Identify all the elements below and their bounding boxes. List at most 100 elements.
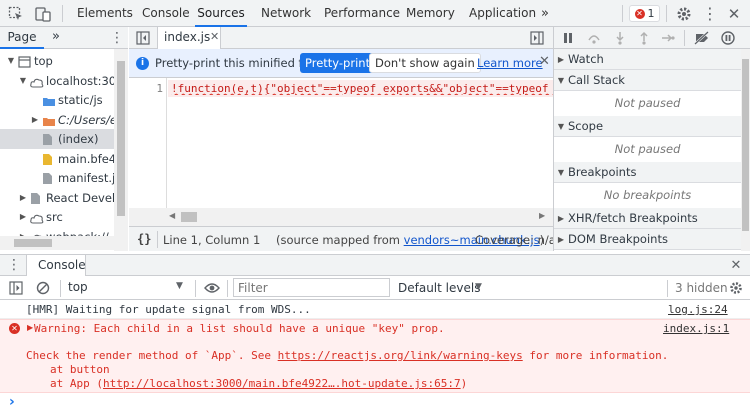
warning-detail: Check the render method of `App`. See ht… — [26, 349, 668, 362]
learn-more-link[interactable]: Learn more — [477, 56, 543, 70]
device-toolbar-icon[interactable] — [33, 4, 53, 24]
editor-tab-label: index.js — [164, 30, 211, 44]
collapsed-triangle-icon[interactable]: ▶ — [18, 207, 28, 227]
show-sidebar-icon[interactable] — [8, 280, 24, 296]
tree-item[interactable]: (index) — [0, 129, 114, 149]
error-source-link[interactable]: index.js:1 — [663, 322, 729, 335]
log-message-text: [HMR] Waiting for update signal from WDS… — [26, 303, 311, 316]
file-gray-icon — [30, 191, 41, 208]
tab-sources[interactable]: Sources — [195, 0, 247, 27]
tab-console[interactable]: Console — [142, 0, 190, 27]
scrollbar-thumb[interactable] — [14, 239, 52, 247]
tree-item[interactable]: ▶ React Develop — [0, 188, 114, 208]
log-source-link[interactable]: log.js:24 — [668, 303, 728, 316]
hidden-count: 3 hidden — [675, 281, 728, 295]
gear-icon[interactable] — [674, 4, 694, 24]
tree-item[interactable]: ▼ localhost:3000 — [0, 71, 114, 91]
pause-on-exceptions-icon[interactable] — [720, 30, 736, 46]
navigator-horizontal-scrollbar[interactable] — [0, 236, 114, 250]
pane-header-dom-breakpoints[interactable]: ▶ DOM Breakpoints — [554, 229, 741, 250]
editor-status-bar: {} Line 1, Column 1 (source mapped from … — [129, 226, 556, 251]
error-counter[interactable]: ✕ 1 — [629, 5, 660, 22]
step-out-icon[interactable] — [636, 30, 652, 46]
expanded-triangle-icon[interactable]: ▼ — [6, 51, 16, 71]
tab-application[interactable]: Application — [469, 0, 536, 27]
chevron-down-icon: ▼ — [475, 282, 482, 292]
file-gray-icon — [42, 171, 53, 188]
warning-keys-link[interactable]: https://reactjs.org/link/warning-keys — [278, 349, 523, 362]
pane-header-breakpoints[interactable]: ▼ Breakpoints — [554, 162, 741, 183]
tree-item[interactable]: static/js — [0, 90, 114, 110]
toggle-debugger-icon[interactable] — [529, 30, 545, 46]
navigator-vertical-scrollbar[interactable] — [114, 49, 128, 251]
cloud-icon — [30, 210, 44, 227]
folder-orange-icon — [42, 113, 56, 130]
collapsed-triangle-icon[interactable]: ▶ — [18, 188, 28, 208]
toggle-navigator-icon[interactable] — [135, 30, 151, 46]
pane-header-scope[interactable]: ▼ Scope — [554, 116, 741, 137]
pane-header-xhr-fetch-breakpoints[interactable]: ▶ XHR/fetch Breakpoints — [554, 208, 741, 229]
live-expression-eye-icon[interactable] — [203, 280, 221, 296]
stack-frame-app: at App (http://localhost:3000/main.bfe49… — [50, 377, 467, 390]
tab-elements[interactable]: Elements — [77, 0, 133, 27]
pause-icon[interactable] — [560, 30, 576, 46]
filter-input[interactable] — [233, 278, 390, 297]
log-levels-dropdown[interactable]: Default levels ▼ — [396, 278, 486, 298]
navigator-more-button[interactable]: » — [52, 27, 60, 49]
tab-network[interactable]: Network — [261, 0, 311, 27]
step-over-icon[interactable] — [586, 30, 602, 46]
pane-empty-text: Not paused — [614, 142, 681, 156]
pane-title: Watch — [568, 52, 604, 66]
close-tab-icon[interactable]: ✕ — [210, 30, 219, 43]
navigator-menu-icon[interactable]: ⋮ — [108, 29, 126, 47]
detail-suffix: for more information. — [522, 349, 669, 362]
tree-item[interactable]: ▼ top — [0, 51, 114, 71]
tab-page[interactable]: Page — [0, 27, 44, 49]
drawer-menu-icon[interactable]: ⋮ — [6, 257, 22, 273]
toolbar-divider — [622, 5, 623, 22]
deactivate-breakpoints-icon[interactable] — [694, 30, 710, 46]
tab-memory[interactable]: Memory — [406, 0, 455, 27]
pane-header-watch[interactable]: ▶ Watch — [554, 49, 741, 70]
context-selector[interactable]: top ▼ — [64, 278, 192, 298]
tree-item-label: localhost:3000 — [46, 73, 114, 88]
expand-triangle-icon[interactable]: ▶ — [27, 323, 33, 332]
pretty-print-button[interactable]: Pretty-print — [300, 53, 376, 73]
inspect-element-icon[interactable] — [6, 4, 26, 24]
scrollbar-thumb[interactable] — [117, 61, 125, 216]
close-icon[interactable]: ✕ — [724, 4, 744, 24]
tab-performance[interactable]: Performance — [324, 0, 400, 27]
tree-item[interactable]: manifest.jso — [0, 168, 114, 188]
debugger-scrollbar[interactable] — [741, 49, 750, 251]
pane-header-call-stack[interactable]: ▼ Call Stack — [554, 70, 741, 91]
more-tabs-button[interactable]: » — [541, 0, 549, 27]
tree-item[interactable]: ▶ src — [0, 207, 114, 227]
scrollbar-thumb[interactable] — [742, 59, 749, 231]
clear-console-icon[interactable] — [35, 280, 51, 296]
console-prompt-row[interactable]: › — [0, 393, 750, 418]
close-infobar-icon[interactable]: ✕ — [539, 54, 550, 69]
code-editor[interactable]: 1 !function(e,t){"object"==typeof export… — [129, 78, 553, 208]
stack-frame-button: at button — [50, 363, 110, 376]
scroll-right-icon[interactable]: ▶ — [539, 211, 545, 220]
more-options-icon[interactable]: ⋮ — [700, 4, 720, 24]
close-drawer-icon[interactable]: ✕ — [728, 257, 744, 273]
expanded-triangle-icon[interactable]: ▼ — [18, 71, 28, 91]
console-settings-gear-icon[interactable] — [728, 280, 744, 296]
format-braces-button[interactable]: {} — [137, 232, 151, 246]
devtools-tab-bar: Elements Console Sources Network Perform… — [0, 0, 750, 27]
console-message-log: [HMR] Waiting for update signal from WDS… — [0, 300, 750, 319]
stack-frame-link[interactable]: http://localhost:3000/main.bfe4922….hot-… — [103, 377, 461, 390]
scroll-left-icon[interactable]: ◀ — [169, 211, 175, 220]
step-into-icon[interactable] — [612, 30, 628, 46]
scrollbar-thumb[interactable] — [181, 212, 197, 222]
collapsed-triangle-icon[interactable]: ▶ — [30, 110, 40, 130]
drawer-tab-console[interactable]: Console — [26, 255, 86, 276]
collapsed-triangle-icon: ▶ — [557, 55, 565, 64]
tree-item[interactable]: main.bfe49 — [0, 149, 114, 169]
editor-tab-index-js[interactable]: index.js ✕ — [157, 27, 221, 49]
step-icon[interactable] — [660, 30, 676, 46]
tree-item[interactable]: ▶ C:/Users/eli — [0, 110, 114, 130]
dont-show-again-button[interactable]: Don't show again — [369, 53, 481, 73]
editor-horizontal-scrollbar[interactable]: ◀ ▶ — [129, 208, 553, 226]
